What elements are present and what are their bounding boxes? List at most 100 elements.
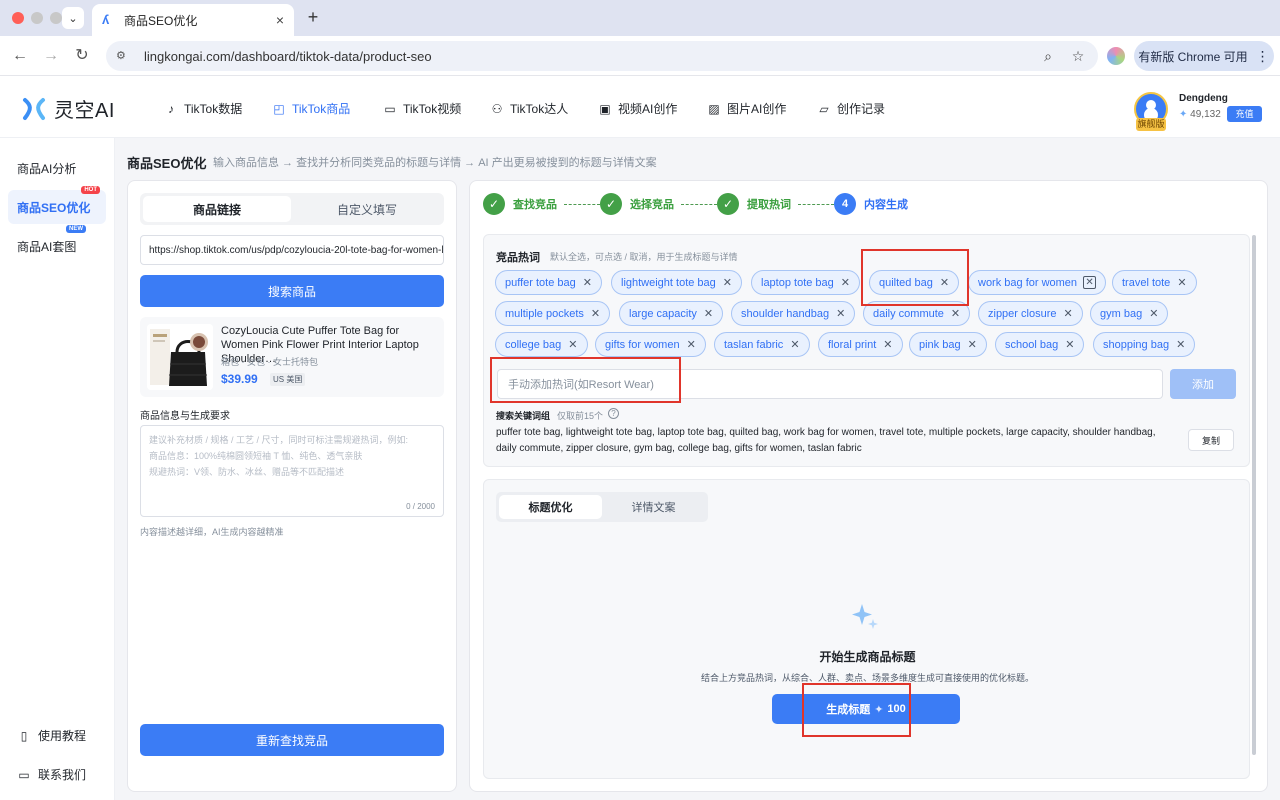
remove-icon[interactable]: ✕ (836, 307, 845, 320)
remove-icon[interactable]: ✕ (591, 307, 600, 320)
site-favicon-icon: ʎ (102, 12, 110, 27)
reload-icon[interactable]: ↻ (72, 46, 92, 66)
remove-icon[interactable]: ✕ (568, 338, 577, 351)
step-select-competitors[interactable]: ✓ 选择竞品 (600, 193, 674, 215)
nav-video-ai[interactable]: ▣ 视频AI创作 (598, 100, 677, 117)
app-logo[interactable]: 灵空AI (22, 94, 115, 123)
step-generate-content[interactable]: 4 内容生成 (834, 193, 908, 215)
forward-arrow-icon[interactable]: → (41, 46, 61, 66)
nav-tiktok-creators[interactable]: ⚇ TikTok达人 (490, 100, 569, 117)
tab-close-icon[interactable]: × (276, 12, 284, 28)
keyword-tag[interactable]: gifts for women ✕ (595, 332, 706, 357)
remove-icon[interactable]: ✕ (1177, 276, 1186, 289)
remove-icon[interactable]: ✕ (951, 307, 960, 320)
keyword-tag[interactable]: daily commute ✕ (863, 301, 971, 326)
keyword-tag[interactable]: travel tote ✕ (1112, 270, 1197, 295)
site-info-icon[interactable]: ⚙ (116, 48, 132, 64)
keyword-text: travel tote (1122, 276, 1171, 289)
help-icon[interactable]: ? (608, 408, 619, 419)
keyword-text: laptop tote bag (761, 276, 834, 289)
recharge-button[interactable]: 充值 (1227, 106, 1262, 122)
sidebar-contact-link[interactable]: ▭ 联系我们 (17, 766, 86, 783)
manual-keyword-input[interactable]: 手动添加热词(如Resort Wear) (497, 369, 1163, 399)
sidebar-item-product-ai-analysis[interactable]: 商品AI分析 (8, 151, 106, 185)
bookmark-star-icon[interactable]: ☆ (1068, 48, 1088, 65)
keyword-tag[interactable]: pink bag ✕ (909, 332, 987, 357)
tab-search-button[interactable]: ⌄ (62, 7, 84, 29)
remove-icon[interactable]: ✕ (790, 338, 799, 351)
tab-custom-fill[interactable]: 自定义填写 (293, 196, 441, 222)
tab-product-link[interactable]: 商品链接 (143, 196, 291, 222)
remove-icon[interactable]: ✕ (1149, 307, 1158, 320)
keywords-title: 竞品热词 (496, 252, 540, 264)
step-connector (681, 204, 717, 205)
window-close-button[interactable] (12, 12, 24, 24)
scrollbar-thumb[interactable] (1252, 235, 1256, 755)
remove-icon[interactable]: ✕ (1176, 338, 1185, 351)
keyword-tag[interactable]: school bag ✕ (995, 332, 1085, 357)
remove-icon[interactable]: ✕ (883, 338, 892, 351)
remove-icon[interactable]: ✕ (723, 276, 732, 289)
sparkle-icon: ✦ (874, 703, 884, 716)
remove-icon[interactable]: ✕ (841, 276, 850, 289)
generate-title-button[interactable]: 生成标题 ✦ 100 (772, 694, 960, 724)
remove-icon[interactable]: ✕ (940, 276, 949, 289)
remove-icon[interactable]: ✕ (704, 307, 713, 320)
search-product-button[interactable]: 搜索商品 (140, 275, 444, 307)
window-minimize-button[interactable] (31, 12, 43, 24)
keyword-tag[interactable]: shoulder handbag ✕ (731, 301, 856, 326)
step-find-competitors[interactable]: ✓ 查找竞品 (483, 193, 557, 215)
remove-icon[interactable]: ✕ (687, 338, 696, 351)
step-label: 内容生成 (864, 199, 908, 211)
sidebar-item-product-seo[interactable]: 商品SEO优化 HOT (8, 186, 106, 224)
tab-title-optimization[interactable]: 标题优化 (499, 495, 602, 519)
remove-icon[interactable]: ✕ (1065, 338, 1074, 351)
keyword-tag[interactable]: lightweight tote bag ✕ (611, 270, 743, 295)
nav-tiktok-products[interactable]: ◰ TikTok商品 (272, 100, 350, 117)
back-arrow-icon[interactable]: ← (10, 46, 30, 66)
browser-tab[interactable]: ʎ 商品SEO优化 × (92, 4, 294, 36)
generate-description: 结合上方竞品热词，从综合、人群、卖点、场景多维度生成可直接使用的优化标题。 (700, 673, 1034, 683)
sidebar-item-product-ai-images[interactable]: 商品AI套图 NEW (8, 225, 106, 263)
keyword-tag[interactable]: large capacity ✕ (619, 301, 724, 326)
keyword-tag[interactable]: taslan fabric ✕ (714, 332, 810, 357)
keyword-tag[interactable]: work bag for women ✕ (968, 270, 1107, 295)
keyword-text: floral print (828, 338, 877, 351)
keyword-tag[interactable]: floral print ✕ (818, 332, 903, 357)
folder-icon: ▱ (819, 101, 829, 116)
new-tab-button[interactable]: + (303, 7, 323, 27)
zoom-icon[interactable]: ⌕ (1038, 48, 1058, 65)
step-extract-keywords[interactable]: ✓ 提取热词 (717, 193, 791, 215)
remove-icon[interactable]: ✕ (1083, 276, 1097, 289)
product-info-textarea[interactable]: 建议补充材质 / 规格 / 工艺 / 尺寸，同时可标注需规避热词，例如: 商品信… (140, 425, 444, 517)
nav-tiktok-videos[interactable]: ▭ TikTok视频 (383, 100, 461, 117)
address-bar[interactable]: ⚙ lingkongai.com/dashboard/tiktok-data/p… (106, 41, 1098, 71)
keyword-tag[interactable]: gym bag ✕ (1090, 301, 1169, 326)
remove-icon[interactable]: ✕ (968, 338, 977, 351)
profile-avatar-icon[interactable] (1107, 47, 1125, 65)
remove-icon[interactable]: ✕ (1063, 307, 1072, 320)
tab-detail-copy[interactable]: 详情文案 (602, 495, 705, 519)
keyword-tag[interactable]: laptop tote bag ✕ (751, 270, 861, 295)
keyword-tag[interactable]: quilted bag ✕ (869, 270, 960, 295)
nav-tiktok-data[interactable]: ♪ TikTok数据 (164, 100, 242, 117)
keyword-tag[interactable]: shopping bag ✕ (1093, 332, 1196, 357)
chrome-update-button[interactable]: 有新版 Chrome 可用 ⋮ (1134, 41, 1274, 71)
keyword-tag[interactable]: college bag ✕ (495, 332, 588, 357)
copy-keywords-button[interactable]: 复制 (1188, 429, 1234, 451)
sidebar-tutorial-link[interactable]: ▯ 使用教程 (17, 727, 86, 744)
remove-icon[interactable]: ✕ (583, 276, 592, 289)
keyword-tag[interactable]: puffer tote bag ✕ (495, 270, 602, 295)
product-url-input[interactable]: https://shop.tiktok.com/us/pdp/cozylouci… (140, 235, 444, 265)
add-keyword-button[interactable]: 添加 (1170, 369, 1236, 399)
nav-history[interactable]: ▱ 创作记录 (817, 100, 885, 117)
keyword-tag[interactable]: multiple pockets ✕ (495, 301, 611, 326)
refind-competitors-button[interactable]: 重新查找竞品 (140, 724, 444, 756)
product-card[interactable]: CozyLoucia Cute Puffer Tote Bag for Wome… (140, 317, 444, 397)
nav-image-ai[interactable]: ▨ 图片AI创作 (707, 100, 786, 117)
keyword-tag[interactable]: zipper closure ✕ (978, 301, 1083, 326)
window-zoom-button[interactable] (50, 12, 62, 24)
seo-workflow-card: ✓ 查找竞品 ✓ 选择竞品 ✓ 提取热词 4 内容生成 竞品热词 默认全选，可点选 / … (469, 180, 1268, 792)
credits-value: 49,132 (1190, 109, 1221, 120)
competitor-keywords-panel: 竞品热词 默认全选，可点选 / 取消，用于生成标题与详情 puffer tote… (483, 234, 1250, 467)
